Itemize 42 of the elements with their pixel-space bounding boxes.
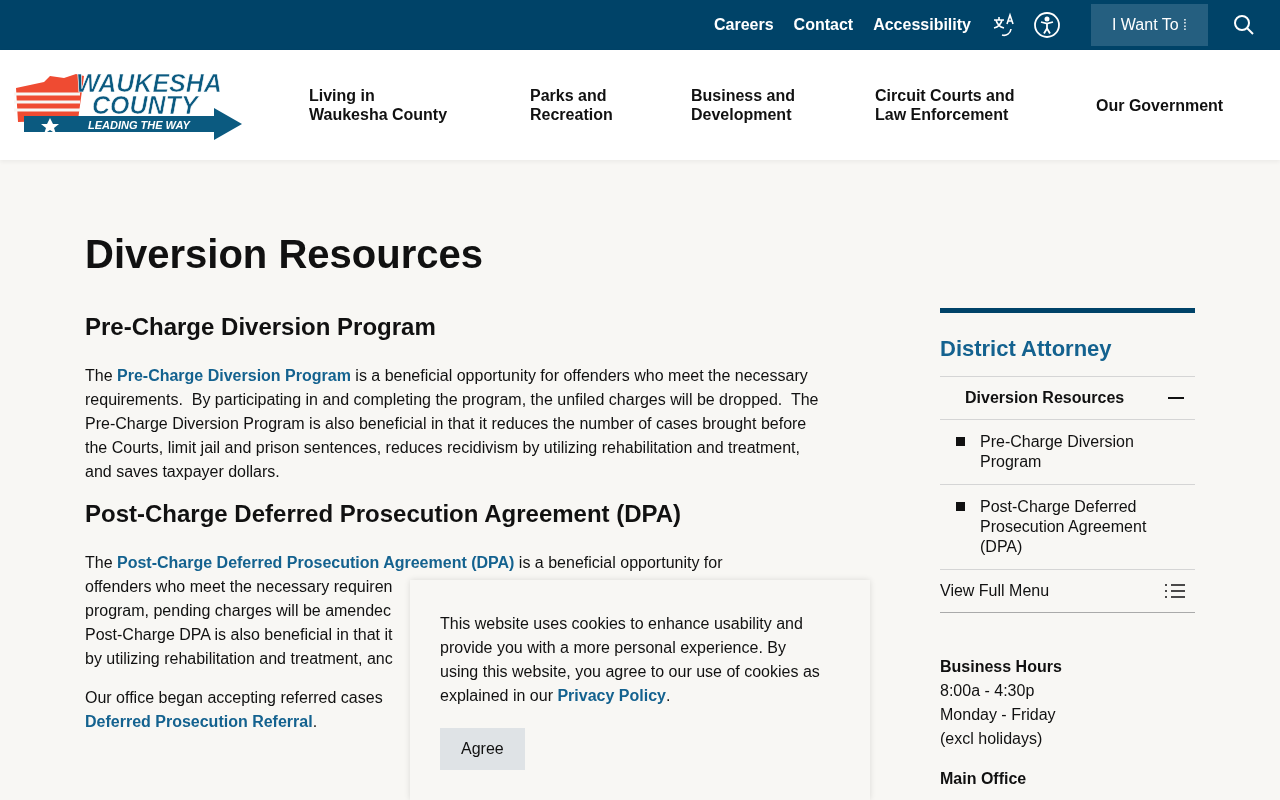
paragraph-line: program, pending charges will be amendec: [85, 601, 391, 621]
info-text: (excl holidays): [940, 729, 1044, 749]
section-heading: Pre-Charge Diversion Program: [85, 312, 437, 342]
bullet-icon: [956, 502, 965, 511]
paragraph-line: Our office began accepting referred cases: [85, 688, 383, 708]
info-text: 8:00a - 4:30p: [940, 681, 1036, 701]
sidebar-title[interactable]: District Attorney: [940, 308, 1195, 377]
agree-button[interactable]: Agree: [440, 728, 525, 770]
paragraph-line: offenders who meet the necessary requiren: [85, 577, 393, 597]
nav-menu-item[interactable]: Our Government: [1096, 95, 1224, 115]
sidebar-sub-item[interactable]: Post-Charge Deferred Prosecution Agreement (DPA): [940, 485, 1195, 570]
cookie-message: This website uses cookies to enhance usability and provide you with a more personal experience. By using this website, you agree to our use of cookies as explained in our Privacy Policy.: [440, 614, 820, 706]
sidebar-current-item[interactable]: Diversion Resources: [940, 377, 1195, 420]
page-title: Diversion Resources: [85, 231, 484, 278]
section-heading: Post-Charge Deferred Prosecution Agreement (DPA): [85, 499, 683, 529]
nav-menu-item[interactable]: Parks and Recreation: [530, 86, 691, 124]
utility-link[interactable]: Careers: [713, 16, 774, 34]
text-link[interactable]: Post-Charge Deferred Prosecution Agreement (DPA): [117, 554, 515, 571]
search-icon[interactable]: [1232, 13, 1256, 37]
bullet-icon: [956, 437, 965, 446]
info-heading: Main Office: [940, 769, 1028, 789]
view-full-menu-link[interactable]: View Full Menu: [940, 570, 1195, 613]
info-heading: Business Hours: [940, 657, 1063, 677]
nav-menu-item[interactable]: Business and Development: [691, 86, 875, 124]
paragraph-line: Post-Charge DPA is also beneficial in that it: [85, 625, 393, 645]
paragraph-line: The Post-Charge Deferred Prosecution Agreement (DPA) is a beneficial opportunity for: [85, 553, 723, 573]
utility-link[interactable]: Contact: [793, 16, 854, 34]
list-icon[interactable]: [1165, 583, 1185, 599]
sidebar-sub-item[interactable]: Pre-Charge Diversion Program: [940, 420, 1195, 485]
sidebar-current-label: Diversion Resources: [965, 389, 1125, 407]
paragraph: The Pre-Charge Diversion Program is a beneficial opportunity for offenders who meet the necessary requirements. By participating in and completing the program, the unfiled charges will be dropped. The Pre-Charge Diversion Program is also beneficial in that it reduces the number of cases brought before the Courts, limit jail and prison sentences, reduces recidivism by utilizing rehabilitation and treatment, and saves taxpayer dollars.: [85, 366, 820, 482]
paragraph-line: by utilizing rehabilitation and treatment, anc: [85, 649, 393, 669]
i-want-to-button[interactable]: I Want To ⁞: [1090, 4, 1208, 46]
accessibility-icon[interactable]: [1032, 11, 1061, 39]
info-text: Monday - Friday: [940, 705, 1057, 725]
text-link[interactable]: Deferred Prosecution Referral: [85, 713, 313, 730]
utility-link[interactable]: Accessibility: [873, 16, 971, 34]
text-link[interactable]: Pre-Charge Diversion Program: [117, 367, 351, 384]
text-link[interactable]: Privacy Policy: [557, 687, 666, 704]
paragraph-line: Deferred Prosecution Referral.: [85, 712, 318, 732]
nav-menu-item[interactable]: Living in Waukesha County: [309, 86, 530, 124]
nav-menu-item[interactable]: Circuit Courts and Law Enforcement: [875, 86, 1096, 124]
